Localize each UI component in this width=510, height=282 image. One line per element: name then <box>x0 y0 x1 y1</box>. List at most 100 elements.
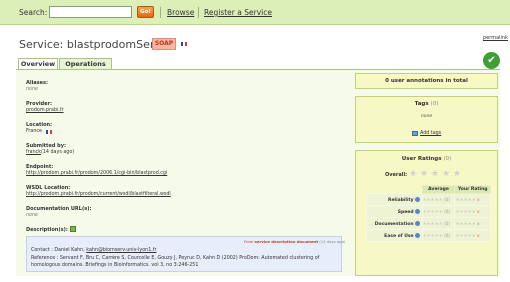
aliases-label: Aliases: <box>26 80 49 86</box>
average-cell: ★★★★★ (0) <box>421 205 456 218</box>
descriptions-label: Description(s): <box>26 227 68 233</box>
provider-link[interactable]: prodom.prabi.fr <box>26 108 64 113</box>
location-value: France <box>26 129 42 134</box>
rating-label: Documentation <box>374 221 414 227</box>
ratings-header-row: Average Your Rating <box>367 185 491 194</box>
rating-row-ease-of-use: Ease of Use ★★★★★ (0) ★★★★★ x <box>366 229 491 242</box>
your-rating-header: Your Rating <box>454 185 491 194</box>
wsdl-link[interactable]: http://prodom.prabi.fr/prodom/current/ws… <box>26 192 171 197</box>
description-source: From service description document (14 da… <box>244 239 346 244</box>
tags-title-text: Tags <box>414 101 429 107</box>
info-icon[interactable] <box>414 208 420 214</box>
info-icon[interactable] <box>414 220 420 226</box>
permalink-link[interactable]: permalink <box>483 35 508 41</box>
separator <box>160 7 161 18</box>
rating-row-reliability: Reliability ★★★★★ (0) ★★★★★ x <box>366 193 491 206</box>
submitter-link[interactable]: franck <box>26 150 41 155</box>
rating-label: Reliability <box>388 197 414 203</box>
tag-icon <box>412 131 418 136</box>
source-link[interactable]: service description document <box>255 239 318 244</box>
rating-row-speed: Speed ★★★★★ (0) ★★★★★ x <box>366 205 491 218</box>
ratings-title: User Ratings (0) <box>355 156 498 162</box>
your-rating-cell: ★★★★★ x <box>454 205 491 218</box>
your-rating-stars-icon[interactable]: ★★★★★ <box>455 222 475 227</box>
documentation-url-label: Documentation URL(s): <box>26 206 92 212</box>
contact-line: Contact : Daniel Kahn, kahn@biomserv.uni… <box>31 248 156 253</box>
add-tags-link[interactable]: Add tags <box>420 131 441 136</box>
clear-rating-icon[interactable]: x <box>477 197 479 202</box>
average-count: (0) <box>444 232 450 238</box>
your-rating-cell: ★★★★★ x <box>454 193 491 206</box>
average-cell: ★★★★★ (0) <box>421 193 456 206</box>
document-icon[interactable] <box>70 226 76 232</box>
rating-row-documentation: Documentation ★★★★★ (0) ★★★★★ x <box>366 217 491 230</box>
overall-star-3-icon[interactable]: ★ <box>431 170 439 179</box>
rating-label-cell: Reliability <box>366 193 423 206</box>
register-service-link[interactable]: Register a Service <box>204 8 272 17</box>
average-count: (0) <box>444 208 450 214</box>
rating-label-cell: Documentation <box>366 217 423 230</box>
ratings-title-text: User Ratings <box>401 156 442 162</box>
provider-label: Provider: <box>26 101 52 107</box>
documentation-url-value: none <box>26 213 38 218</box>
check-icon: ✔ <box>483 52 500 69</box>
info-icon[interactable] <box>414 232 420 238</box>
tags-count: (0) <box>430 101 439 107</box>
tab-overview[interactable]: Overview <box>18 58 58 69</box>
your-rating-cell: ★★★★★ x <box>454 217 491 230</box>
overall-star-4-icon[interactable]: ★ <box>442 170 450 179</box>
search-input[interactable] <box>49 6 132 18</box>
contact-prefix: Contact : Daniel Kahn, <box>31 248 85 253</box>
overall-star-1-icon[interactable]: ★ <box>409 170 417 179</box>
ratings-header-empty <box>367 186 423 194</box>
rating-label-cell: Ease of Use <box>366 229 423 242</box>
clear-rating-icon[interactable]: x <box>477 221 479 226</box>
rating-label: Speed <box>397 209 414 215</box>
contact-email-link[interactable]: kahn@biomserv.univ-lyon1.fr <box>86 248 156 253</box>
ratings-count: (0) <box>443 156 452 162</box>
reference-line-2: homologous domains. Briefings in Bioinfo… <box>31 263 199 268</box>
rating-label: Ease of Use <box>384 233 414 239</box>
average-cell: ★★★★★ (0) <box>421 217 456 230</box>
endpoint-link[interactable]: http://prodom.prabi.fr/prodom/2006.1/cgi… <box>26 171 167 176</box>
france-flag-icon <box>46 130 52 134</box>
average-header: Average <box>421 185 456 194</box>
top-bar: Search: Go! Browse Register a Service <box>0 0 510 25</box>
search-label: Search: <box>19 8 48 17</box>
submitted-label: Submitted by: <box>26 143 66 149</box>
rating-label-cell: Speed <box>366 205 423 218</box>
overall-star-5-icon[interactable]: ★ <box>453 170 461 179</box>
tags-title: Tags (0) <box>355 101 498 107</box>
source-when: (14 days ago) <box>319 239 346 244</box>
average-count: (0) <box>444 196 450 202</box>
aliases-value: none <box>26 87 38 92</box>
average-stars-icon: ★★★★★ <box>422 233 443 239</box>
overall-label: Overall: <box>385 172 408 178</box>
submitted-when: (14 days ago) <box>41 150 75 155</box>
reference-line-1: Reference : Servant F, Bru C, Carrère S,… <box>31 256 320 261</box>
annotations-count: 0 user annotations in total <box>385 78 468 84</box>
wsdl-label: WSDL Location: <box>26 185 71 191</box>
average-stars-icon: ★★★★★ <box>422 209 443 215</box>
soap-badge: SOAP <box>152 38 176 50</box>
separator <box>198 7 199 18</box>
clear-rating-icon[interactable]: x <box>477 209 479 214</box>
info-icon[interactable] <box>414 196 420 202</box>
average-stars-icon: ★★★★★ <box>422 221 443 227</box>
average-count: (0) <box>444 220 450 226</box>
endpoint-label: Endpoint: <box>26 164 54 170</box>
average-cell: ★★★★★ (0) <box>421 229 456 242</box>
browse-link[interactable]: Browse <box>167 8 194 17</box>
go-button[interactable]: Go! <box>137 6 154 18</box>
tags-value: none <box>420 114 433 119</box>
source-prefix: From <box>244 239 254 244</box>
your-rating-stars-icon[interactable]: ★★★★★ <box>455 234 475 239</box>
ratings-table: Average Your Rating Reliability ★★★★★ (0… <box>366 185 491 242</box>
overall-star-2-icon[interactable]: ★ <box>420 170 428 179</box>
france-flag-icon <box>181 42 187 46</box>
your-rating-stars-icon[interactable]: ★★★★★ <box>455 210 475 215</box>
clear-rating-icon[interactable]: x <box>477 233 479 238</box>
your-rating-stars-icon[interactable]: ★★★★★ <box>455 198 475 203</box>
location-label: Location: <box>26 122 53 128</box>
tab-operations[interactable]: Operations (1) <box>59 58 112 78</box>
